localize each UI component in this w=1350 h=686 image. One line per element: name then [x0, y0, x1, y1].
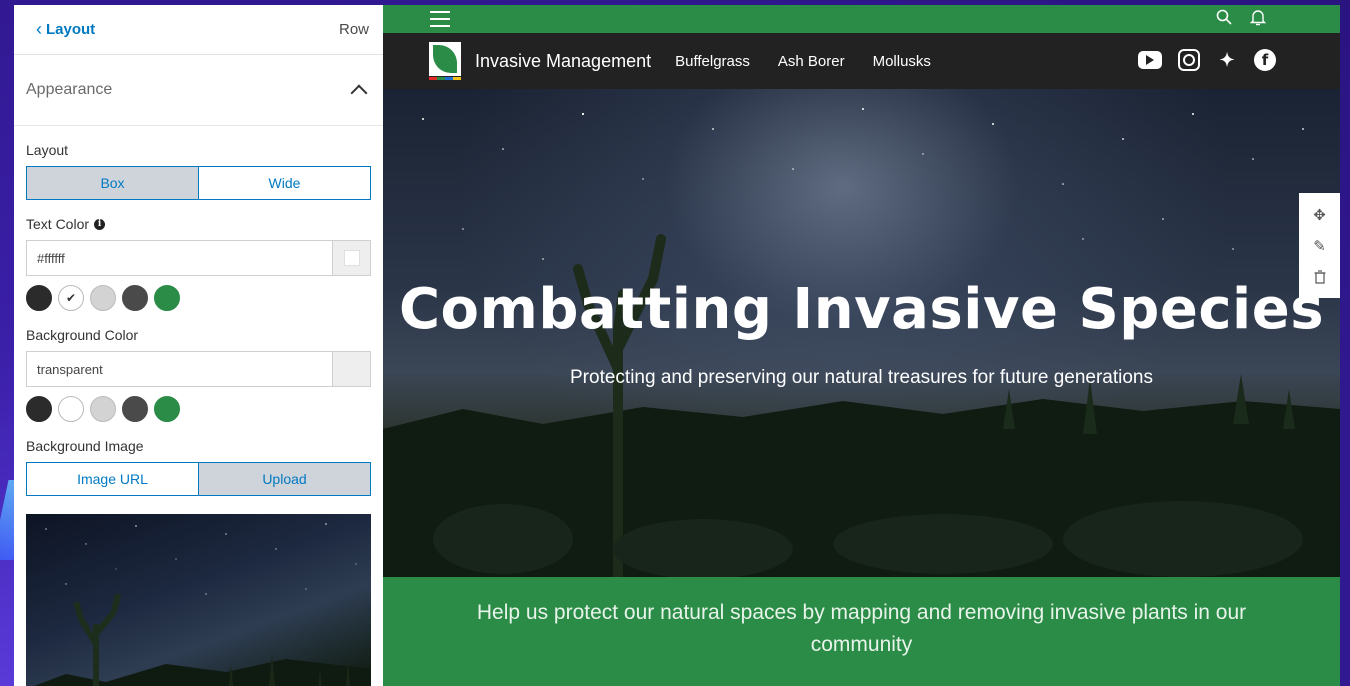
back-label: Layout — [46, 21, 96, 38]
appearance-section-body: Layout Box Wide Text Color i ✔ Backgroun… — [14, 142, 383, 686]
swatch-dark-gray[interactable] — [122, 396, 148, 422]
nav-link-ash-borer[interactable]: Ash Borer — [778, 53, 845, 70]
top-utility-bar — [383, 5, 1340, 33]
bell-icon[interactable] — [1250, 9, 1266, 26]
layout-box-option[interactable]: Box — [26, 166, 199, 200]
layout-label: Layout — [26, 142, 69, 158]
panel-header: ‹ Layout Row — [14, 5, 383, 55]
appearance-section-header[interactable]: Appearance — [14, 55, 383, 126]
background-image-label: Background Image — [26, 438, 144, 454]
site-logo[interactable] — [429, 42, 461, 80]
edit-icon[interactable]: ✎ — [1310, 236, 1330, 256]
search-icon[interactable] — [1216, 9, 1232, 25]
youtube-icon[interactable] — [1138, 51, 1162, 69]
chevron-left-icon: ‹ — [36, 19, 42, 39]
preview-night-sky — [34, 523, 371, 686]
back-to-layout-link[interactable]: ‹ Layout — [36, 19, 95, 40]
chevron-up-icon[interactable] — [350, 84, 368, 102]
checkmark-icon: ✔ — [65, 291, 77, 305]
leaf-logo-icon — [429, 42, 461, 76]
swatch-black[interactable] — [26, 396, 52, 422]
social-links: ✦ f — [1138, 49, 1276, 71]
swatch-white[interactable] — [58, 396, 84, 422]
background-image-toggle: Image URL Upload — [26, 462, 371, 496]
top-utility-icons — [1216, 9, 1266, 26]
twitter-icon[interactable]: ✦ — [1216, 49, 1238, 71]
settings-panel: ‹ Layout Row Appearance Layout Box Wide … — [14, 5, 383, 686]
swatch-white[interactable]: ✔ — [58, 285, 84, 311]
layout-wide-option[interactable]: Wide — [199, 166, 371, 200]
section-title: Appearance — [26, 81, 113, 98]
cta-text: Help us protect our natural spaces by ma… — [476, 601, 1247, 656]
nav-link-buffelgrass[interactable]: Buffelgrass — [675, 53, 750, 70]
swatch-dark-gray[interactable] — [122, 285, 148, 311]
text-color-preview[interactable] — [332, 241, 370, 275]
site-preview: Invasive Management Buffelgrass Ash Bore… — [383, 5, 1340, 686]
background-color-swatches — [26, 396, 371, 422]
background-color-label: Background Color — [26, 327, 139, 343]
text-color-label-row: Text Color i — [26, 216, 371, 232]
hero-subtitle: Protecting and preserving our natural tr… — [570, 367, 1153, 388]
swatch-green[interactable] — [154, 396, 180, 422]
text-color-input[interactable] — [27, 241, 332, 275]
image-url-option[interactable]: Image URL — [26, 462, 199, 496]
cta-band: Help us protect our natural spaces by ma… — [383, 577, 1340, 686]
hamburger-icon[interactable] — [430, 11, 450, 27]
row-label: Row — [338, 21, 369, 38]
trash-glyph — [1314, 269, 1325, 284]
site-navbar: Invasive Management Buffelgrass Ash Bore… — [383, 33, 1340, 89]
layout-toggle: Box Wide — [26, 166, 371, 200]
swatch-light-gray[interactable] — [90, 396, 116, 422]
text-color-label: Text Color — [26, 216, 90, 232]
move-icon[interactable]: ✥ — [1310, 205, 1330, 225]
background-color-input[interactable] — [27, 352, 332, 386]
swatch-light-gray[interactable] — [90, 285, 116, 311]
facebook-icon[interactable]: f — [1254, 49, 1276, 71]
info-icon[interactable]: i — [94, 218, 106, 230]
background-image-preview — [26, 514, 371, 686]
text-color-swatches: ✔ — [26, 285, 371, 311]
row-tools: ✥ ✎ — [1299, 193, 1340, 298]
site-brand[interactable]: Invasive Management — [475, 51, 651, 72]
upload-option[interactable]: Upload — [199, 462, 371, 496]
trash-icon[interactable] — [1310, 267, 1330, 287]
nav-link-mollusks[interactable]: Mollusks — [873, 53, 931, 70]
background-color-preview[interactable] — [332, 352, 370, 386]
logo-color-bars — [429, 77, 461, 80]
color-chip — [343, 250, 360, 266]
swatch-black[interactable] — [26, 285, 52, 311]
swatch-green[interactable] — [154, 285, 180, 311]
background-color-field — [26, 351, 371, 387]
instagram-icon[interactable] — [1178, 49, 1200, 71]
hero-title: Combatting Invasive Species — [398, 277, 1325, 342]
hero-section: Combatting Invasive Species Protecting a… — [383, 89, 1340, 577]
text-color-field — [26, 240, 371, 276]
